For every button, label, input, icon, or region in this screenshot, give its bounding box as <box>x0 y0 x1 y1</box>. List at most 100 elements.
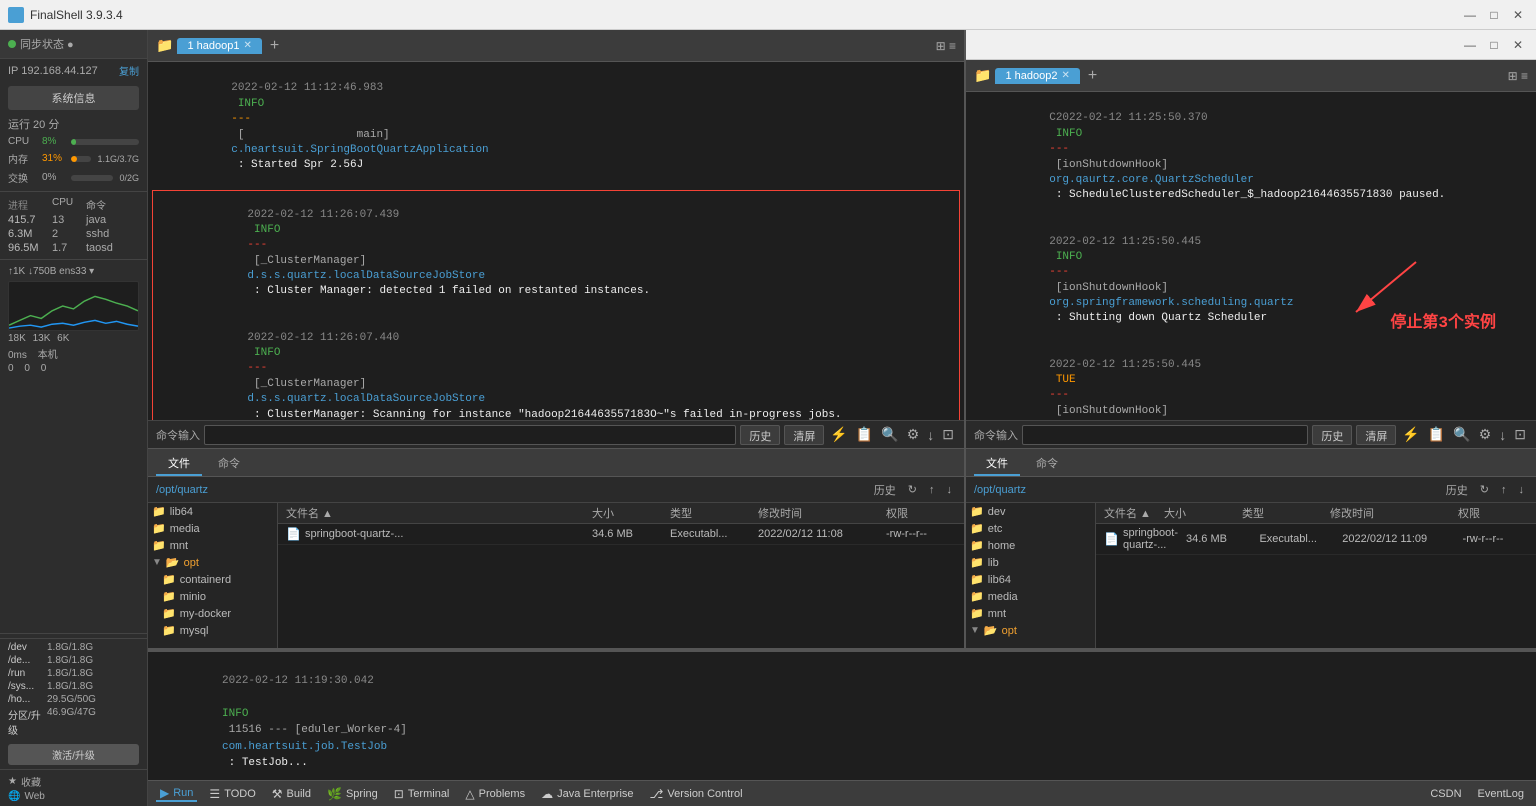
right-grid-button[interactable]: ⊞ ≡ <box>1508 69 1528 83</box>
right-tab-files[interactable]: 文件 <box>974 452 1020 476</box>
problems-icon: △ <box>465 787 474 801</box>
col-size[interactable]: 大小 <box>592 505 662 521</box>
right-download-file-icon[interactable]: ↓ <box>1515 484 1529 496</box>
right-col-type[interactable]: 类型 <box>1242 505 1322 521</box>
left-search-icon[interactable]: 🔍 <box>879 426 900 443</box>
right-panel-tab[interactable]: 1 hadoop2 ✕ <box>995 68 1079 84</box>
tree-item-mydocker[interactable]: 📁 my-docker <box>148 605 277 622</box>
col-name[interactable]: 文件名 ▲ <box>286 505 584 521</box>
folder-icon: 📁 <box>162 607 176 620</box>
tree-item-lib64[interactable]: 📁 lib64 <box>148 503 277 520</box>
right-tree-media[interactable]: 📁 media <box>966 588 1095 605</box>
right-download-icon[interactable]: ↓ <box>1497 427 1508 443</box>
todo-label: TODO <box>224 788 256 800</box>
left-expand-icon[interactable]: ⊡ <box>940 426 956 443</box>
right-terminal[interactable]: C2022-02-12 11:25:50.370 INFO --- [ionSh… <box>966 92 1536 420</box>
right-col-size[interactable]: 大小 <box>1164 505 1234 521</box>
left-lightning-icon[interactable]: ⚡ <box>828 426 849 443</box>
left-panel-tab[interactable]: 1 hadoop1 ✕ <box>177 38 261 54</box>
spring-icon: 🌿 <box>327 787 342 801</box>
network-stat: ↑1K ↓750B ens33 ▾ <box>0 264 147 279</box>
right-file-perm-1: -rw-r--r-- <box>1463 533 1528 545</box>
right-maximize-button[interactable]: □ <box>1484 35 1504 55</box>
right-copy-icon[interactable]: 📋 <box>1426 426 1447 443</box>
bottom-tab-version-control[interactable]: ⎇ Version Control <box>646 787 747 801</box>
right-tree-mnt[interactable]: 📁 mnt <box>966 605 1095 622</box>
right-add-tab-button[interactable]: + <box>1088 67 1097 85</box>
close-button[interactable]: ✕ <box>1508 5 1528 25</box>
left-tab-commands[interactable]: 命令 <box>206 452 252 476</box>
tree-item-opt[interactable]: ▼ 📂 opt <box>148 554 277 571</box>
left-history-button[interactable]: 历史 <box>740 425 780 445</box>
right-refresh-icon[interactable]: ↻ <box>1476 483 1493 496</box>
right-tree-opt[interactable]: ▼ 📂 opt <box>966 622 1095 639</box>
file-row-1[interactable]: 📄 springboot-quartz-... 34.6 MB Executab… <box>278 524 964 545</box>
left-refresh-icon[interactable]: ↻ <box>904 483 921 496</box>
right-tab-commands[interactable]: 命令 <box>1024 452 1070 476</box>
left-grid-button[interactable]: ⊞ ≡ <box>936 39 956 53</box>
tree-label-media: media <box>170 523 200 535</box>
right-tree-lib[interactable]: 📁 lib <box>966 554 1095 571</box>
net-18k: 18K <box>8 333 26 344</box>
bottom-tab-java-enterprise[interactable]: ☁ Java Enterprise <box>537 787 637 801</box>
col-perm[interactable]: 权限 <box>886 505 956 521</box>
right-upload-icon[interactable]: ↑ <box>1497 484 1511 496</box>
right-expand-icon[interactable]: ⊡ <box>1512 426 1528 443</box>
bottom-tab-problems[interactable]: △ Problems <box>461 787 529 801</box>
left-settings-icon[interactable]: ⚙ <box>905 426 922 443</box>
tree-item-mnt[interactable]: 📁 mnt <box>148 537 277 554</box>
right-col-name[interactable]: 文件名 ▲ <box>1104 505 1156 521</box>
tree-item-containerd[interactable]: 📁 containerd <box>148 571 277 588</box>
bottom-console[interactable]: 2022-02-12 11:19:30.042 INFO 11516 --- [… <box>148 650 1536 780</box>
maximize-button[interactable]: □ <box>1484 5 1504 25</box>
activate-button[interactable]: 激活/升级 <box>8 744 139 765</box>
right-cmd-input[interactable] <box>1022 425 1308 445</box>
right-history-file-button[interactable]: 历史 <box>1442 482 1472 498</box>
right-history-button[interactable]: 历史 <box>1312 425 1352 445</box>
left-history-file-button[interactable]: 历史 <box>870 482 900 498</box>
right-tree-lib64[interactable]: 📁 lib64 <box>966 571 1095 588</box>
col-date[interactable]: 修改时间 <box>758 505 878 521</box>
right-clear-button[interactable]: 清屏 <box>1356 425 1396 445</box>
bottom-tab-todo[interactable]: ☰ TODO <box>205 787 259 801</box>
right-close-button[interactable]: ✕ <box>1508 35 1528 55</box>
right-col-date[interactable]: 修改时间 <box>1330 505 1450 521</box>
tree-label-mnt: mnt <box>170 540 188 552</box>
bottom-tab-terminal[interactable]: ⊡ Terminal <box>390 787 454 801</box>
col-type[interactable]: 类型 <box>670 505 750 521</box>
left-add-tab-button[interactable]: + <box>270 37 279 55</box>
right-window-bar: — □ ✕ <box>966 30 1536 60</box>
right-search-icon[interactable]: 🔍 <box>1451 426 1472 443</box>
bottom-tab-build[interactable]: ⚒ Build <box>268 787 315 801</box>
right-settings-icon[interactable]: ⚙ <box>1477 426 1494 443</box>
left-upload-icon[interactable]: ↑ <box>925 484 939 496</box>
left-copy-icon[interactable]: 📋 <box>854 426 875 443</box>
tree-item-media[interactable]: 📁 media <box>148 520 277 537</box>
left-terminal-panel: 📁 1 hadoop1 ✕ + ⊞ ≡ 2022-02-12 11:12:46.… <box>148 30 966 648</box>
right-tree-dev[interactable]: 📁 dev <box>966 503 1095 520</box>
right-col-perm[interactable]: 权限 <box>1458 505 1528 521</box>
right-file-row-1[interactable]: 📄 springboot-quartz-... 34.6 MB Executab… <box>1096 524 1536 555</box>
right-tree-home[interactable]: 📁 home <box>966 537 1095 554</box>
left-terminal[interactable]: 2022-02-12 11:12:46.983 INFO --- [ main]… <box>148 62 964 420</box>
left-cmd-input[interactable] <box>204 425 736 445</box>
right-lightning-icon[interactable]: ⚡ <box>1400 426 1421 443</box>
bottom-event-log[interactable]: EventLog <box>1474 788 1528 800</box>
right-tab-close[interactable]: ✕ <box>1061 70 1069 81</box>
right-tree-etc[interactable]: 📁 etc <box>966 520 1095 537</box>
left-tab-close[interactable]: ✕ <box>243 40 251 51</box>
left-clear-button[interactable]: 清屏 <box>784 425 824 445</box>
left-tab-files[interactable]: 文件 <box>156 452 202 476</box>
sidebar-web-label: Web <box>24 791 44 802</box>
sys-info-button[interactable]: 系统信息 <box>8 86 139 110</box>
bottom-csdn[interactable]: CSDN <box>1426 788 1465 800</box>
tree-item-mysql[interactable]: 📁 mysql <box>148 622 277 639</box>
left-download-file-icon[interactable]: ↓ <box>943 484 957 496</box>
left-download-icon[interactable]: ↓ <box>925 427 936 443</box>
bottom-tab-run[interactable]: ▶ Run <box>156 786 197 802</box>
right-minimize-button[interactable]: — <box>1460 35 1480 55</box>
bottom-tab-spring[interactable]: 🌿 Spring <box>323 787 382 801</box>
minimize-button[interactable]: — <box>1460 5 1480 25</box>
copy-ip-button[interactable]: 复制 <box>119 63 139 78</box>
tree-item-minio[interactable]: 📁 minio <box>148 588 277 605</box>
